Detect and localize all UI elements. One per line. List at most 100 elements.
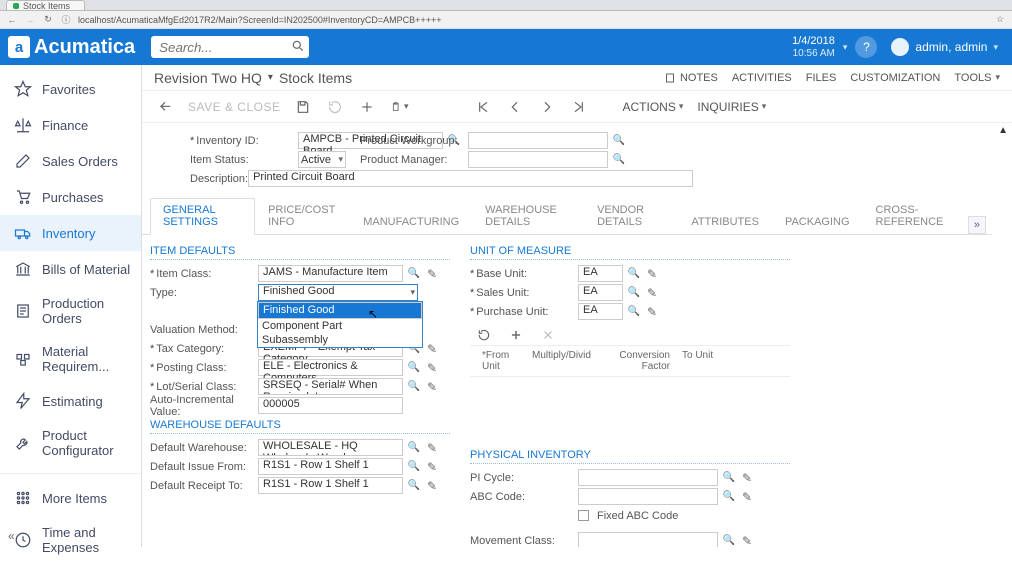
type-option[interactable]: Subassembly (258, 333, 422, 347)
edit-icon[interactable]: ✎ (425, 460, 439, 474)
edit-icon[interactable]: ✎ (425, 441, 439, 455)
search-icon[interactable]: 🔍 (407, 380, 421, 394)
refresh-button[interactable] (476, 327, 492, 343)
search-icon[interactable]: 🔍 (722, 490, 736, 504)
inquiries-menu[interactable]: INQUIRIES ▾ (697, 100, 766, 114)
defwh-field[interactable]: WHOLESALE - HQ Wholesale Wareh (258, 439, 403, 456)
picycle-field[interactable] (578, 469, 718, 486)
info-icon[interactable]: ⓘ (60, 14, 72, 26)
tab-general[interactable]: GENERAL SETTINGS (150, 198, 255, 235)
abc-field[interactable] (578, 488, 718, 505)
save-button[interactable] (294, 98, 312, 116)
help-button[interactable]: ? (855, 36, 877, 58)
save-close-button[interactable]: SAVE & CLOSE (188, 100, 280, 114)
new-button[interactable] (358, 98, 376, 116)
tab-price[interactable]: PRICE/COST INFO (255, 198, 350, 234)
first-button[interactable] (474, 98, 492, 116)
edit-icon[interactable]: ✎ (645, 267, 659, 281)
sidebar-item-estimating[interactable]: Estimating (0, 383, 141, 419)
fixed-abc-checkbox[interactable] (578, 510, 589, 521)
autoincr-field[interactable]: 000005 (258, 397, 403, 414)
search-icon[interactable]: 🔍 (407, 361, 421, 375)
search-icon[interactable]: 🔍 (627, 267, 641, 281)
tab-crossref[interactable]: CROSS-REFERENCE (863, 198, 968, 234)
sidebar-collapse-button[interactable]: « (8, 529, 15, 543)
star-icon[interactable]: ☆ (994, 14, 1006, 26)
add-row-button[interactable] (508, 327, 524, 343)
search-icon[interactable]: 🔍 (407, 479, 421, 493)
type-select[interactable]: Finished Good▾ Finished Good Component P… (258, 284, 422, 301)
issue-field[interactable]: R1S1 - Row 1 Shelf 1 (258, 458, 403, 475)
search-input[interactable] (151, 36, 309, 58)
baseunit-field[interactable]: EA (578, 265, 623, 282)
lotserial-field[interactable]: SRSEQ - Serial# When Received, Iss (258, 378, 403, 395)
breadcrumb-company[interactable]: Revision Two HQ (154, 70, 262, 86)
tab-attributes[interactable]: ATTRIBUTES (678, 210, 772, 234)
back-button[interactable] (156, 98, 174, 116)
clipboard-button[interactable]: ▾ (390, 98, 408, 116)
sidebar-item-time[interactable]: Time and Expenses (0, 516, 141, 564)
tab-packaging[interactable]: PACKAGING (772, 210, 863, 234)
customization-button[interactable]: CUSTOMIZATION (850, 72, 940, 84)
reload-icon[interactable]: ↻ (42, 14, 54, 26)
notes-button[interactable]: NOTES (664, 72, 718, 84)
collapse-icon[interactable]: ▲ (998, 125, 1008, 136)
search-icon[interactable]: 🔍 (407, 267, 421, 281)
tab-vendor[interactable]: VENDOR DETAILS (584, 198, 678, 234)
type-option[interactable]: Finished Good (258, 302, 422, 319)
edit-icon[interactable]: ✎ (425, 361, 439, 375)
type-option[interactable]: Component Part (258, 319, 422, 333)
search-icon[interactable]: 🔍 (407, 460, 421, 474)
next-button[interactable] (538, 98, 556, 116)
movement-field[interactable] (578, 532, 718, 547)
item-status-select[interactable]: Active▾ (298, 151, 346, 168)
user-menu[interactable]: admin, admin ▾ (885, 38, 1004, 56)
edit-icon[interactable]: ✎ (740, 471, 754, 485)
edit-icon[interactable]: ✎ (425, 380, 439, 394)
product-manager-field[interactable] (468, 151, 608, 168)
sidebar-item-inventory[interactable]: Inventory (0, 215, 141, 251)
actions-menu[interactable]: ACTIONS ▾ (622, 100, 683, 114)
sidebar-item-favorites[interactable]: Favorites (0, 71, 141, 107)
search-icon[interactable]: 🔍 (612, 153, 626, 167)
tabs-overflow-button[interactable]: » (968, 216, 986, 234)
tools-button[interactable]: TOOLS ▾ (954, 72, 1000, 84)
sidebar-item-sales-orders[interactable]: Sales Orders (0, 143, 141, 179)
delete-row-button[interactable] (540, 327, 556, 343)
product-workgroup-field[interactable] (468, 132, 608, 149)
tab-manufacturing[interactable]: MANUFACTURING (350, 210, 472, 234)
item-class-field[interactable]: JAMS - Manufacture Item (258, 265, 403, 282)
sidebar-item-finance[interactable]: Finance (0, 107, 141, 143)
prev-button[interactable] (506, 98, 524, 116)
search-icon[interactable]: 🔍 (407, 441, 421, 455)
url-text[interactable]: localhost/AcumaticaMfgEd2017R2/Main?Scre… (78, 15, 988, 25)
edit-icon[interactable]: ✎ (645, 286, 659, 300)
files-button[interactable]: FILES (806, 72, 837, 84)
activities-button[interactable]: ACTIVITIES (732, 72, 792, 84)
edit-icon[interactable]: ✎ (425, 342, 439, 356)
discard-button[interactable] (326, 98, 344, 116)
sidebar-item-purchases[interactable]: Purchases (0, 179, 141, 215)
back-icon[interactable]: ← (6, 14, 18, 26)
search-icon[interactable] (291, 39, 305, 56)
posting-field[interactable]: ELE - Electronics & Computers (258, 359, 403, 376)
forward-icon[interactable]: → (24, 14, 36, 26)
sidebar-item-production[interactable]: Production Orders (0, 287, 141, 335)
sidebar-item-more[interactable]: More Items (0, 480, 141, 516)
search-icon[interactable]: 🔍 (722, 471, 736, 485)
breadcrumb-screen[interactable]: Stock Items (279, 70, 352, 86)
edit-icon[interactable]: ✎ (740, 490, 754, 504)
brand-logo[interactable]: a Acumatica (8, 36, 135, 59)
business-date[interactable]: 1/4/2018 10:56 AM (792, 35, 835, 58)
search-icon[interactable]: 🔍 (612, 134, 626, 148)
delete-button[interactable] (422, 98, 440, 116)
search-icon[interactable]: 🔍 (627, 305, 641, 319)
chevron-down-icon[interactable]: ▾ (843, 42, 848, 53)
sidebar-item-configurator[interactable]: Product Configurator (0, 419, 141, 467)
sidebar-item-bom[interactable]: Bills of Material (0, 251, 141, 287)
edit-icon[interactable]: ✎ (740, 534, 754, 548)
purchunit-field[interactable]: EA (578, 303, 623, 320)
search-icon[interactable]: 🔍 (722, 534, 736, 548)
edit-icon[interactable]: ✎ (425, 267, 439, 281)
search-icon[interactable]: 🔍 (627, 286, 641, 300)
